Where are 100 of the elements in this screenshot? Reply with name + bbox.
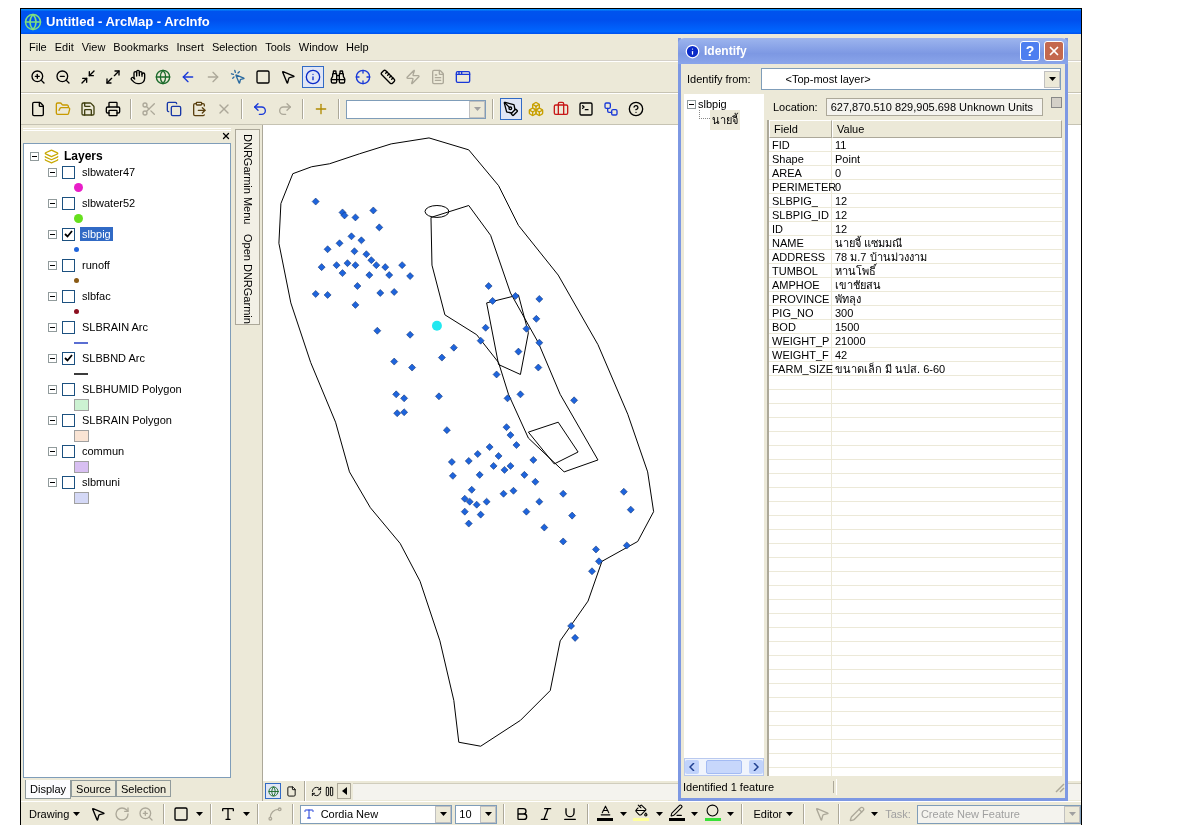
- collapse-icon[interactable]: [48, 260, 57, 270]
- chevron-right-icon: [753, 763, 759, 771]
- caret-icon: [655, 812, 663, 816]
- collapse-icon[interactable]: [48, 353, 57, 363]
- menu-item[interactable]: File: [25, 39, 51, 55]
- dialog-title: Identify: [704, 44, 748, 58]
- pause-icon[interactable]: [324, 785, 335, 797]
- layer-dropdown[interactable]: <Top-most layer>: [760, 68, 1061, 90]
- tree-item[interactable]: นายจี้: [710, 110, 740, 130]
- zoom-in-icon: [138, 806, 155, 822]
- layer-name[interactable]: SLBHUMID Polygon: [80, 382, 184, 396]
- caret-icon: [727, 812, 735, 816]
- menu-item[interactable]: Edit: [50, 39, 78, 55]
- collapse-icon[interactable]: [48, 198, 57, 208]
- menu-item[interactable]: Bookmarks: [109, 39, 173, 55]
- menu-item[interactable]: Window: [294, 39, 342, 55]
- layer-name[interactable]: SLBRAIN Polygon: [80, 413, 174, 427]
- editor-toolbar-button[interactable]: [500, 98, 522, 120]
- app-globe-icon: [24, 12, 42, 31]
- menu-item[interactable]: Selection: [207, 39, 262, 55]
- column-header[interactable]: Value: [832, 120, 1062, 138]
- printer-icon: [105, 101, 121, 117]
- field-cell-text: AREA: [771, 167, 803, 179]
- collapse-icon[interactable]: [48, 477, 57, 487]
- checkbox[interactable]: [62, 413, 75, 427]
- menu-item[interactable]: Insert: [172, 39, 208, 55]
- chevron-left-icon: [689, 763, 695, 771]
- menu-item[interactable]: Help: [342, 39, 373, 55]
- caret-icon: [473, 107, 481, 111]
- field-cell-text: PIG_NO: [771, 307, 815, 319]
- caret-icon: [195, 812, 203, 816]
- column-header[interactable]: Field: [769, 120, 832, 138]
- menu-label[interactable]: Open DNRGarmin: [241, 234, 254, 325]
- layer-name[interactable]: SLBRAIN Arc: [80, 320, 151, 334]
- checkbox[interactable]: [62, 320, 75, 334]
- collapse-icon[interactable]: [48, 415, 57, 425]
- side-tab[interactable]: DNRGarmin Menu Open DNRGarmin: [235, 129, 260, 325]
- tree-item[interactable]: slbpig: [698, 98, 727, 110]
- layer-name[interactable]: runoff: [80, 258, 112, 272]
- menu-item[interactable]: View: [77, 39, 110, 55]
- checkbox[interactable]: [62, 475, 75, 489]
- letter-icon: [598, 804, 612, 817]
- value-cell-text: 1500: [834, 321, 861, 333]
- collapse-icon[interactable]: [48, 291, 57, 301]
- caret-icon: [1048, 77, 1056, 81]
- tab[interactable]: Display: [25, 780, 72, 799]
- location-field: 627,870.510 829,905.698 Unknown Units: [825, 98, 1043, 116]
- collapse-icon[interactable]: [48, 229, 57, 239]
- menu-label[interactable]: DNRGarmin Menu: [241, 134, 254, 225]
- checkbox[interactable]: [62, 227, 75, 241]
- scroll-left-button[interactable]: [337, 783, 351, 799]
- tab[interactable]: Selection: [115, 780, 172, 797]
- data-view-button[interactable]: [265, 783, 281, 799]
- task-label: Task:: [884, 808, 912, 820]
- checkbox[interactable]: [62, 196, 75, 210]
- menu-item[interactable]: Tools: [261, 39, 295, 55]
- collapse-icon[interactable]: [48, 446, 57, 456]
- help-button[interactable]: ?: [1020, 41, 1040, 61]
- layer-name[interactable]: slbpig: [80, 227, 113, 241]
- collapse-icon[interactable]: [30, 151, 39, 161]
- checkbox[interactable]: [62, 382, 75, 396]
- checkbox[interactable]: [62, 165, 75, 179]
- dropdown-button[interactable]: [480, 805, 497, 823]
- close-button[interactable]: [1044, 41, 1064, 61]
- checkbox[interactable]: [62, 289, 75, 303]
- layer-name[interactable]: commun: [80, 444, 127, 458]
- horizontal-scrollbar[interactable]: [684, 758, 764, 776]
- dropdown-button[interactable]: [1044, 70, 1060, 88]
- identify-button[interactable]: [302, 66, 324, 88]
- location-label: Location:: [773, 101, 818, 113]
- globe-icon: [155, 69, 171, 85]
- close-icon: [1047, 44, 1061, 58]
- collapse-icon[interactable]: [48, 167, 57, 177]
- scale-field[interactable]: [346, 99, 486, 119]
- value-cell-text: 78 ม.7 บ้านม่วงงาม: [834, 250, 928, 263]
- dropdown-button[interactable]: [435, 805, 452, 823]
- field-cell-text: AMPHOE: [771, 279, 821, 291]
- font-field[interactable]: Cordia New: [299, 804, 453, 824]
- layer-name[interactable]: SLBBND Arc: [80, 351, 147, 365]
- field-cell-text: BOD: [771, 321, 797, 333]
- checkbox[interactable]: [62, 351, 75, 365]
- tab[interactable]: Source: [71, 780, 116, 797]
- layer-name[interactable]: slbwater47: [80, 165, 138, 179]
- checkbox[interactable]: [62, 258, 75, 272]
- collapse-icon[interactable]: [687, 99, 696, 109]
- font-size-field[interactable]: 10: [455, 804, 498, 824]
- refresh-icon[interactable]: [311, 785, 322, 797]
- field-cell-text: ID: [771, 223, 784, 235]
- scroll-thumb[interactable]: [706, 760, 742, 774]
- checkbox[interactable]: [62, 444, 75, 458]
- drawing-menu-button[interactable]: Drawing: [25, 806, 85, 822]
- collapse-icon[interactable]: [48, 384, 57, 394]
- pointer-icon: [280, 69, 296, 85]
- layer-name[interactable]: slbmuni: [80, 475, 122, 489]
- collapse-icon[interactable]: [48, 322, 57, 332]
- close-icon[interactable]: [221, 130, 231, 141]
- layer-name[interactable]: slbfac: [80, 289, 113, 303]
- binoculars-icon: [330, 69, 346, 85]
- editor-menu-button[interactable]: Editor: [749, 806, 798, 822]
- layer-name[interactable]: slbwater52: [80, 196, 138, 210]
